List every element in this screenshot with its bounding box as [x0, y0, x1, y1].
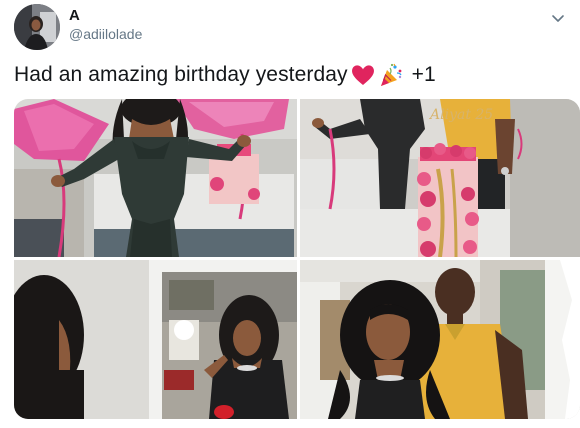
more-options-button[interactable]: [548, 8, 568, 28]
photo-2[interactable]: Aliyat 25: [300, 99, 580, 257]
avatar[interactable]: [14, 4, 60, 50]
tweet-body: Had an amazing birthday yesterday: [14, 63, 348, 86]
profile-photo-icon: [14, 4, 60, 50]
red-heart-emoji-icon: [350, 62, 376, 88]
author-handle[interactable]: @adiilolade: [69, 26, 142, 42]
party-popper-emoji-icon: [378, 62, 404, 88]
photo-woman-with-balloons-and-cake-icon: [14, 99, 297, 257]
photo-woman-in-mirror-icon: [14, 260, 297, 419]
chevron-down-icon: [552, 15, 564, 22]
tweet-card: A @adiilolade Had an amazing birthday ye…: [0, 0, 580, 428]
author-display-name[interactable]: A: [69, 7, 80, 24]
cake-topper-text: Aliyat 25: [428, 107, 493, 123]
photo-4[interactable]: [300, 260, 580, 419]
photo-couple-selfie-icon: [300, 260, 580, 419]
photo-1[interactable]: [14, 99, 297, 257]
extra-count: +1: [411, 63, 436, 86]
photo-3[interactable]: [14, 260, 297, 419]
tweet-text: Had an amazing birthday yesterday +1: [14, 62, 436, 88]
media-grid: Aliyat 25: [14, 99, 580, 419]
photo-birthday-cake-with-roses-icon: Aliyat 25: [300, 99, 580, 257]
